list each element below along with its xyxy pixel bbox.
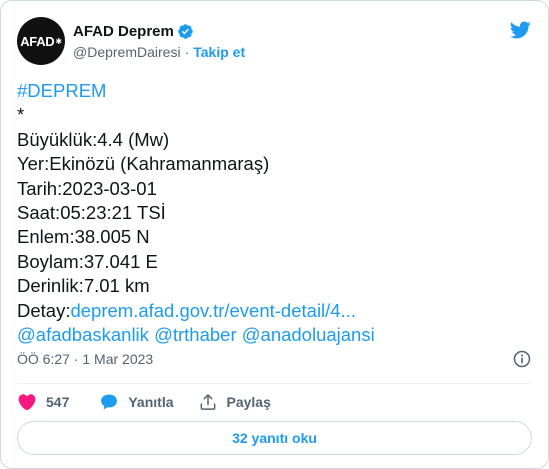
- heart-icon: [18, 394, 36, 411]
- tweet-line-longitude: Boylam:37.041 E: [17, 250, 158, 272]
- share-upload-icon: [200, 394, 215, 410]
- mention-link[interactable]: @anadoluajansi: [242, 324, 375, 345]
- divider: [17, 383, 532, 384]
- like-count: 547: [46, 394, 70, 410]
- share-button[interactable]: Paylaş: [198, 392, 271, 412]
- verified-badge-icon: [178, 23, 193, 39]
- author-handle[interactable]: @DepremDairesi: [73, 44, 181, 60]
- avatar-star-icon: ✱: [55, 36, 62, 46]
- speech-bubble-icon: [101, 394, 118, 410]
- detail-label: Detay:: [17, 299, 71, 321]
- share-label: Paylaş: [226, 394, 271, 410]
- follow-button[interactable]: Takip et: [193, 44, 245, 60]
- hashtag-link[interactable]: #DEPREM: [17, 80, 106, 101]
- twitter-bird-icon[interactable]: [508, 19, 532, 41]
- tweet-line-time: Saat:05:23:21 TSİ: [17, 201, 166, 223]
- separator: ·: [184, 44, 190, 60]
- reply-label: Yanıtla: [128, 394, 174, 410]
- author-info: AFAD Deprem @DepremDairesi · Takip et: [73, 21, 245, 62]
- avatar[interactable]: AFAD ✱: [17, 17, 65, 65]
- tweet-line-location: Yer:Ekinözü (Kahramanmaraş): [17, 153, 270, 175]
- tweet-header: AFAD ✱ AFAD Deprem @DepremDairesi · Takip…: [17, 17, 532, 67]
- mention-link[interactable]: @trthaber: [154, 324, 237, 345]
- tweet-star-line: *: [17, 104, 25, 126]
- avatar-text: AFAD: [20, 33, 55, 49]
- reply-action-button[interactable]: Yanıtla: [99, 392, 174, 412]
- tweet-text: #DEPREM * Büyüklük:4.4 (Mw) Yer:Ekinözü …: [17, 79, 527, 347]
- tweet-line-depth: Derinlik:7.01 km: [17, 275, 150, 297]
- tweet-line-latitude: Enlem:38.005 N: [17, 226, 150, 248]
- read-replies-button[interactable]: 32 yanıtı oku: [17, 421, 532, 455]
- tweet-line-date: Tarih:2023-03-01: [17, 177, 157, 199]
- author-display-name[interactable]: AFAD Deprem: [73, 23, 174, 40]
- tweet-actions: 547 Yanıtla Paylaş: [17, 391, 295, 413]
- tweet-timestamp[interactable]: ÖÖ 6:27 · 1 Mar 2023: [17, 351, 153, 367]
- tweet-card: AFAD ✱ AFAD Deprem @DepremDairesi · Takip…: [0, 0, 549, 469]
- detail-link[interactable]: deprem.afad.gov.tr/event-detail/4...: [70, 300, 356, 321]
- mention-link[interactable]: @afadbaskanlik: [17, 324, 149, 345]
- tweet-line-magnitude: Büyüklük:4.4 (Mw): [17, 128, 170, 150]
- like-button[interactable]: 547: [17, 392, 69, 412]
- info-icon[interactable]: [512, 349, 532, 369]
